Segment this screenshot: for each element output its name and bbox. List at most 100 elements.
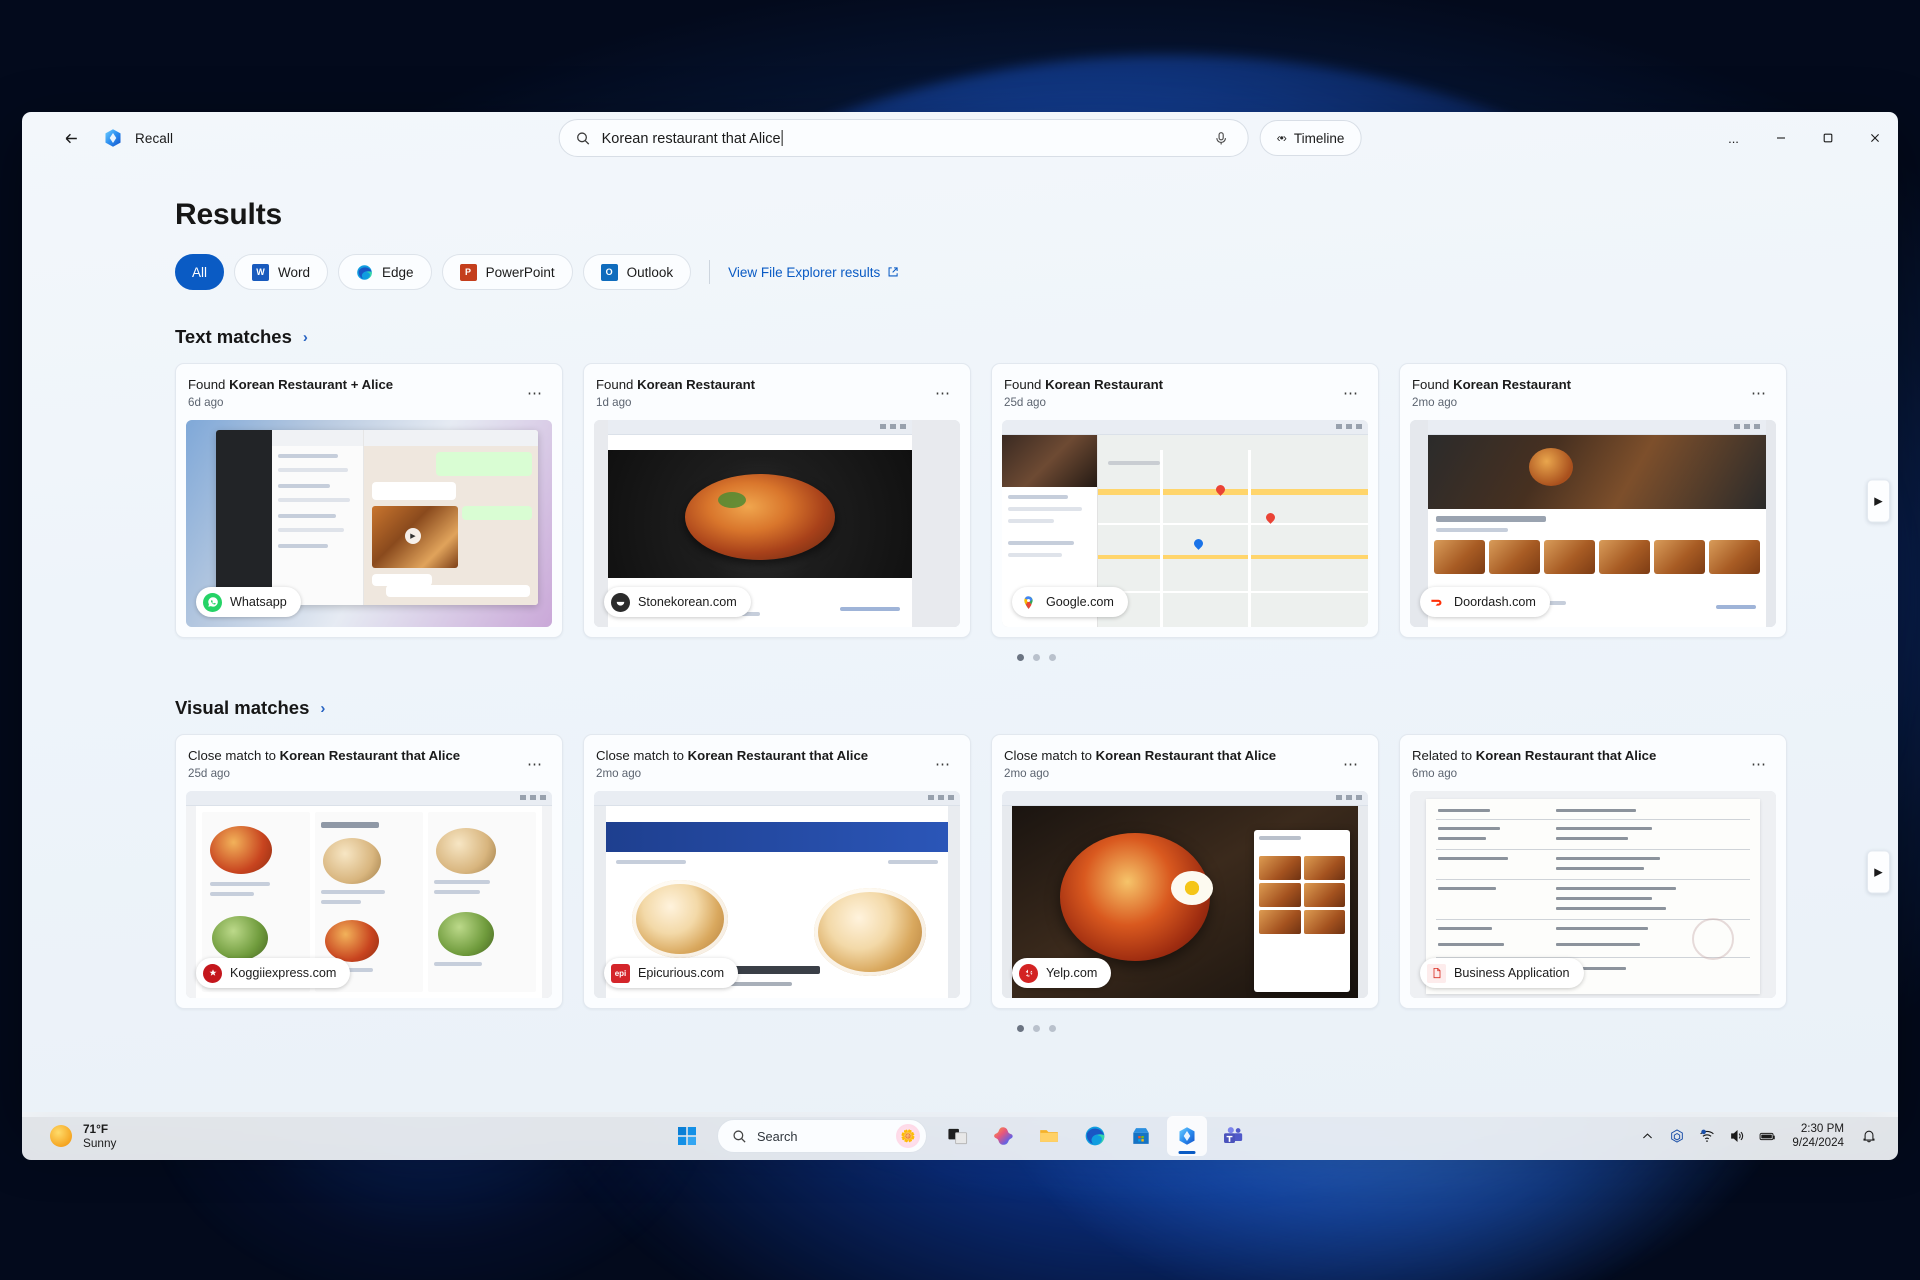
card-thumbnail: ▶ Whatsapp — [186, 420, 552, 627]
network-share-icon[interactable] — [1664, 1121, 1690, 1151]
carousel-dot[interactable] — [1033, 654, 1040, 661]
recall-icon[interactable] — [1167, 1116, 1207, 1156]
card-source-badge: Whatsapp — [196, 587, 301, 617]
carousel-dot[interactable] — [1017, 654, 1024, 661]
window-controls: ... — [1710, 112, 1898, 164]
card-more-button[interactable]: ⋯ — [1338, 382, 1364, 404]
edge-icon[interactable] — [1075, 1116, 1115, 1156]
outlook-icon: O — [600, 263, 618, 281]
card-title: Found Korean Restaurant + Alice — [188, 377, 394, 392]
weather-condition: Sunny — [83, 1136, 117, 1150]
card-title: Related to Korean Restaurant that Alice — [1412, 748, 1657, 763]
visual-matches-next-button[interactable]: ▶ — [1867, 850, 1890, 893]
section-title-text-matches: Text matches — [175, 326, 292, 347]
epicurious-icon: epi — [611, 963, 630, 983]
title-bar: Recall Korean restaurant that Alice ‹•› … — [22, 112, 1898, 164]
timeline-label: Timeline — [1293, 130, 1345, 146]
card-thumbnail: Business Application — [1410, 791, 1776, 998]
microphone-icon[interactable] — [1208, 125, 1234, 151]
result-card[interactable]: Found Korean Restaurant 2mo ago ⋯ Doorda… — [1399, 363, 1787, 638]
view-file-explorer-results-link[interactable]: View File Explorer results — [728, 265, 899, 280]
weather-widget[interactable]: 71°F Sunny — [38, 1118, 128, 1154]
card-timestamp: 2mo ago — [1004, 767, 1050, 780]
section-header-text-matches[interactable]: Text matches › — [175, 326, 308, 348]
pdf-document-icon — [1427, 963, 1446, 983]
folder-icon[interactable] — [1029, 1116, 1069, 1156]
timeline-button[interactable]: ‹•› Timeline — [1259, 120, 1362, 156]
bell-icon[interactable] — [1856, 1121, 1882, 1151]
carousel-dot[interactable] — [1033, 1025, 1040, 1032]
maximize-button[interactable] — [1804, 112, 1851, 164]
volume-icon[interactable] — [1724, 1121, 1750, 1151]
app-title: Recall — [135, 130, 174, 146]
taskbar-search-placeholder: Search — [757, 1128, 798, 1144]
result-card[interactable]: Close match to Korean Restaurant that Al… — [175, 734, 563, 1009]
card-timestamp: 6d ago — [188, 396, 224, 409]
result-card[interactable]: Found Korean Restaurant 25d ago ⋯ Google… — [991, 363, 1379, 638]
teams-icon[interactable] — [1213, 1116, 1253, 1156]
card-source-label: Doordash.com — [1454, 595, 1536, 609]
file-explorer-link-label: View File Explorer results — [728, 264, 881, 280]
result-card[interactable]: Found Korean Restaurant 1d ago ⋯ Stoneko… — [583, 363, 971, 638]
section-header-visual-matches[interactable]: Visual matches › — [175, 697, 325, 719]
result-card[interactable]: Found Korean Restaurant + Alice 6d ago ⋯ — [175, 363, 563, 638]
card-more-button[interactable]: ⋯ — [930, 382, 956, 404]
card-more-button[interactable]: ⋯ — [1746, 753, 1772, 775]
card-source-badge: Doordash.com — [1420, 587, 1550, 617]
card-timestamp: 2mo ago — [596, 767, 642, 780]
taskbar: 71°F Sunny Search 🌼 2:30 PM 9/24/2024 — [22, 1112, 1898, 1160]
card-thumbnail: Google.com — [1002, 420, 1368, 627]
search-value: Korean restaurant that Alice — [601, 129, 783, 147]
wifi-icon[interactable] — [1694, 1121, 1720, 1151]
task-view-icon[interactable] — [937, 1116, 977, 1156]
window-more-button[interactable]: ... — [1710, 112, 1757, 164]
recall-window: Recall Korean restaurant that Alice ‹•› … — [22, 112, 1898, 1117]
card-source-label: Whatsapp — [230, 595, 287, 609]
text-matches-row: Found Korean Restaurant + Alice 6d ago ⋯ — [175, 363, 1898, 638]
card-more-button[interactable]: ⋯ — [522, 753, 548, 775]
sun-icon — [50, 1125, 72, 1147]
powerpoint-icon: P — [459, 263, 477, 281]
search-input[interactable]: Korean restaurant that Alice — [558, 119, 1249, 157]
card-source-label: Stonekorean.com — [638, 595, 737, 609]
taskbar-center: Search 🌼 — [667, 1116, 1253, 1156]
filter-pill-outlook[interactable]: O Outlook — [582, 254, 692, 290]
back-button[interactable] — [56, 123, 86, 153]
page-title: Results — [175, 198, 282, 231]
taskbar-clock[interactable]: 2:30 PM 9/24/2024 — [1784, 1122, 1852, 1150]
clock-date: 9/24/2024 — [1792, 1136, 1844, 1149]
text-matches-next-button[interactable]: ▶ — [1867, 479, 1890, 522]
battery-icon[interactable] — [1754, 1121, 1780, 1151]
filter-pill-powerpoint[interactable]: P PowerPoint — [441, 254, 573, 290]
filter-label-edge: Edge — [382, 264, 414, 280]
card-more-button[interactable]: ⋯ — [930, 753, 956, 775]
copilot-icon[interactable] — [983, 1116, 1023, 1156]
card-source-badge: Koggiiexpress.com — [196, 958, 351, 988]
card-source-label: Google.com — [1046, 595, 1114, 609]
carousel-dot[interactable] — [1049, 654, 1056, 661]
card-thumbnail: Stonekorean.com — [594, 420, 960, 627]
text-matches-carousel-dots — [175, 654, 1898, 661]
filter-pill-word[interactable]: W Word — [234, 254, 329, 290]
card-more-button[interactable]: ⋯ — [1746, 382, 1772, 404]
result-card[interactable]: Related to Korean Restaurant that Alice … — [1399, 734, 1787, 1009]
result-card[interactable]: Close match to Korean Restaurant that Al… — [583, 734, 971, 1009]
filter-pill-all[interactable]: All — [175, 254, 225, 290]
card-more-button[interactable]: ⋯ — [522, 382, 548, 404]
taskbar-search-box[interactable]: Search 🌼 — [717, 1119, 927, 1153]
filter-divider — [709, 260, 711, 284]
card-timestamp: 25d ago — [1004, 396, 1046, 409]
result-card[interactable]: Close match to Korean Restaurant that Al… — [991, 734, 1379, 1009]
timeline-icon: ‹•› — [1276, 131, 1287, 145]
card-timestamp: 1d ago — [596, 396, 632, 409]
close-button[interactable] — [1851, 112, 1898, 164]
store-icon[interactable] — [1121, 1116, 1161, 1156]
windows-start-button[interactable] — [667, 1116, 707, 1156]
card-more-button[interactable]: ⋯ — [1338, 753, 1364, 775]
weather-temperature: 71°F — [83, 1122, 109, 1136]
hidden-icons-chevron[interactable] — [1634, 1121, 1660, 1151]
filter-pill-edge[interactable]: Edge — [338, 254, 432, 290]
carousel-dot[interactable] — [1017, 1025, 1024, 1032]
minimize-button[interactable] — [1757, 112, 1804, 164]
carousel-dot[interactable] — [1049, 1025, 1056, 1032]
